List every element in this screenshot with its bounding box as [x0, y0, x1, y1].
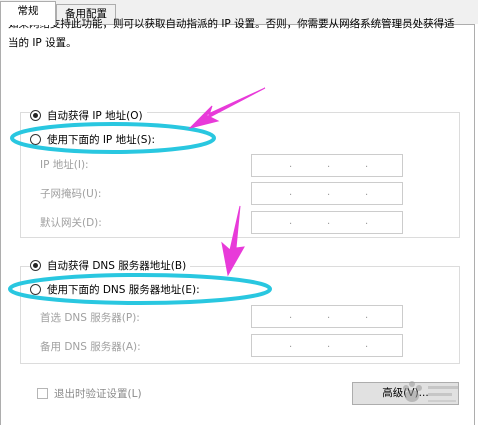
preferred-dns-label: 首选 DNS 服务器(P):: [40, 312, 140, 324]
validate-on-exit-label: 退出时验证设置(L): [54, 388, 142, 400]
dns-auto-option[interactable]: 自动获得 DNS 服务器地址(B): [30, 257, 191, 273]
dns-manual-radio[interactable]: [30, 283, 41, 295]
dns-auto-radio[interactable]: [30, 259, 41, 271]
ip-auto-radio[interactable]: [30, 109, 41, 121]
ip-manual-radio[interactable]: [30, 133, 41, 145]
description-text: 如果网络支持此功能，则可以获取自动指派的 IP 设置。否则，你需要从网络系统管理…: [8, 18, 455, 49]
default-gateway-input[interactable]: ...: [251, 211, 403, 234]
dns-auto-label: 自动获得 DNS 服务器地址(B): [47, 259, 187, 272]
ip-address-label: IP 地址(I):: [40, 159, 89, 171]
preferred-dns-input[interactable]: ...: [251, 305, 403, 328]
ip-auto-option[interactable]: 自动获得 IP 地址(O): [30, 107, 147, 123]
dns-manual-label: 使用下面的 DNS 服务器地址(E):: [47, 283, 200, 296]
validate-on-exit-checkbox[interactable]: [37, 388, 48, 399]
default-gateway-label: 默认网关(D):: [40, 217, 102, 229]
alternate-dns-label: 备用 DNS 服务器(A):: [40, 341, 141, 353]
alternate-dns-input[interactable]: ...: [251, 334, 403, 357]
advanced-button[interactable]: 高级(V)...: [352, 382, 459, 405]
ip-auto-label: 自动获得 IP 地址(O): [47, 109, 143, 122]
ip-manual-label: 使用下面的 IP 地址(S):: [47, 133, 155, 146]
validate-on-exit-option[interactable]: 退出时验证设置(L): [37, 386, 142, 401]
subnet-mask-input[interactable]: ...: [251, 182, 403, 205]
tab-general[interactable]: 常规: [0, 1, 56, 25]
ip-address-input[interactable]: ...: [251, 154, 403, 177]
subnet-mask-label: 子网掩码(U):: [40, 188, 102, 200]
ip-manual-option[interactable]: 使用下面的 IP 地址(S):: [30, 131, 159, 147]
dns-manual-option[interactable]: 使用下面的 DNS 服务器地址(E):: [30, 281, 204, 297]
